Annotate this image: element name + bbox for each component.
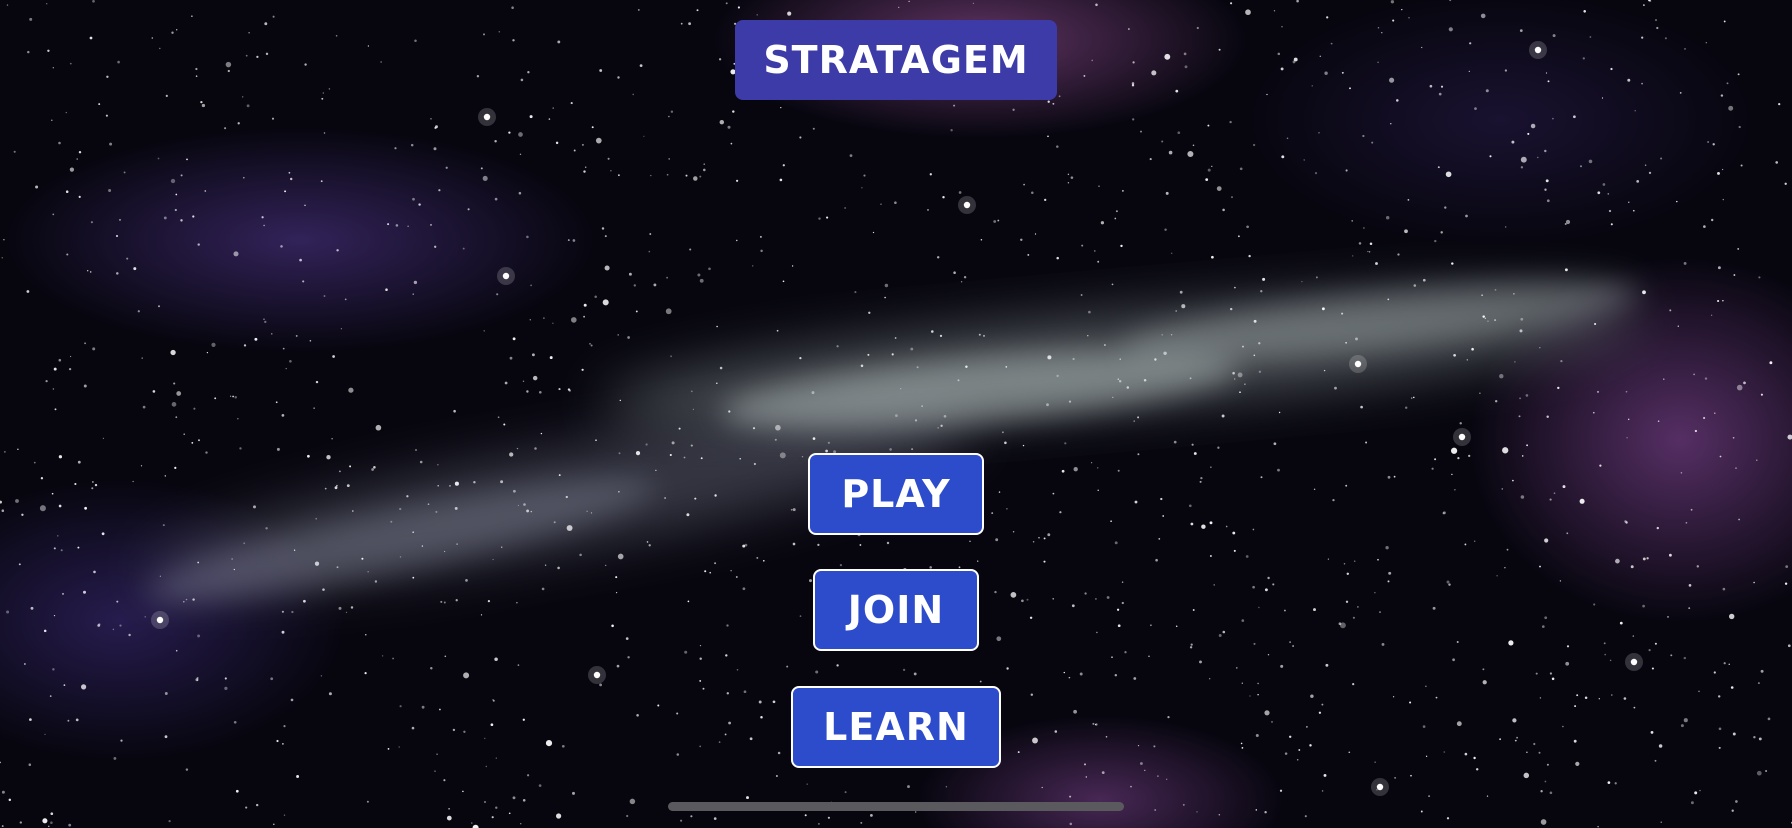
game-menu-screen: STRATAGEM PLAY JOIN LEARN <box>0 0 1792 828</box>
learn-button[interactable]: LEARN <box>791 686 1001 768</box>
join-button[interactable]: JOIN <box>813 569 979 651</box>
home-indicator[interactable] <box>668 802 1124 811</box>
game-title: STRATAGEM <box>735 20 1057 100</box>
play-button[interactable]: PLAY <box>808 453 984 535</box>
